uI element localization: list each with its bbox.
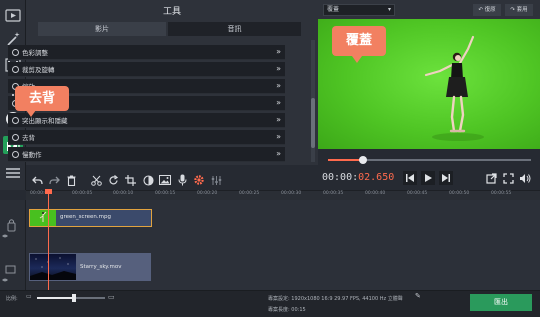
skip-back-icon[interactable]: [403, 171, 417, 185]
panel-title: 工具: [162, 7, 181, 17]
undo-button[interactable]: ↶ 復原: [473, 4, 501, 16]
clip-thumbnail: [30, 254, 76, 280]
zoom-out-icon[interactable]: ▭: [26, 293, 32, 300]
radio-icon: [12, 65, 19, 73]
redo-icon[interactable]: [47, 173, 61, 187]
preview-mode-dropdown[interactable]: 覆蓋 ▾: [323, 4, 395, 16]
timecode-current: 02.650: [358, 172, 395, 183]
tool-item-color-adjust[interactable]: 色彩調整 »: [8, 45, 285, 60]
radio-icon: [12, 116, 19, 124]
chevron-right-icon: »: [276, 64, 281, 73]
clip-thumbnail: [30, 210, 56, 226]
ruler-label: 00:00:55: [491, 191, 512, 196]
zoom-in-icon[interactable]: ▭: [108, 293, 115, 301]
volume-icon[interactable]: [518, 171, 532, 185]
ruler-label: 00:00:20: [197, 191, 218, 196]
tab-audio[interactable]: 音訊: [168, 22, 301, 36]
color-icon[interactable]: [141, 173, 155, 187]
crop-icon[interactable]: [123, 173, 137, 187]
image-icon[interactable]: [158, 173, 172, 187]
ruler-label: 00:00:30: [281, 191, 302, 196]
callout-overlay: 覆蓋: [332, 26, 386, 56]
ruler-label: 00:00:50: [449, 191, 470, 196]
tool-item-slow-motion[interactable]: 慢動作 »: [8, 147, 285, 162]
skip-forward-icon[interactable]: [439, 171, 453, 185]
clip-label: green_screen.mpg: [60, 214, 112, 220]
gear-icon[interactable]: [192, 173, 206, 187]
ruler-label: 00:00:15: [155, 191, 176, 196]
chevron-right-icon: »: [276, 149, 281, 158]
radio-icon: [12, 133, 19, 141]
seek-bar-progress: [328, 159, 363, 161]
seek-bar-thumb[interactable]: [359, 156, 367, 164]
export-button[interactable]: 匯出: [470, 294, 532, 311]
delete-icon[interactable]: [64, 173, 78, 187]
chevron-down-icon: ▾: [387, 6, 391, 13]
tab-video[interactable]: 影片: [38, 22, 166, 36]
tool-item-label: 去背: [22, 134, 35, 142]
callout-pointer: [26, 110, 36, 117]
tool-item-label: 色彩調整: [22, 49, 48, 57]
project-settings: 專案設定: 1920x1080 16:9 29.97 FPS, 44100 Hz…: [268, 296, 403, 302]
playhead-handle[interactable]: [45, 189, 52, 194]
tools-list-scrollbar-thumb[interactable]: [311, 98, 315, 148]
preview-mode-value: 覆蓋: [327, 6, 340, 13]
callout-pointer: [352, 56, 362, 63]
tool-item-highlight-hide[interactable]: 突出顯示和隱藏 »: [8, 113, 285, 128]
project-length: 專案長度: 00:15: [268, 307, 306, 313]
ruler-label: 00:00:40: [365, 191, 386, 196]
ruler-label: 00:00:10: [113, 191, 134, 196]
playhead[interactable]: [48, 190, 49, 290]
rotate-icon[interactable]: [106, 173, 120, 187]
tool-item-chroma-key[interactable]: 去背 »: [8, 130, 285, 145]
list-icon[interactable]: [3, 164, 23, 182]
ruler-label: 00:00:25: [239, 191, 260, 196]
cut-icon[interactable]: [89, 173, 103, 187]
zoom-label: 比例:: [6, 296, 18, 302]
edit-pencil-icon[interactable]: ✎: [415, 292, 421, 300]
tool-item-label: 慢動作: [22, 151, 42, 159]
fullscreen-icon[interactable]: [501, 171, 515, 185]
zoom-slider-thumb[interactable]: [72, 294, 76, 302]
undo-icon[interactable]: [30, 173, 44, 187]
chevron-right-icon: »: [276, 132, 281, 141]
play-icon[interactable]: [421, 171, 435, 185]
track-header: [0, 200, 26, 290]
zoom-slider-fill: [37, 297, 74, 299]
radio-icon: [12, 48, 19, 56]
callout-remove-background: 去背: [15, 86, 69, 111]
radio-icon: [12, 150, 19, 158]
chevron-right-icon: »: [276, 47, 281, 56]
ruler-label: 00:00:05: [72, 191, 93, 196]
chevron-right-icon: »: [276, 115, 281, 124]
equalizer-icon[interactable]: [209, 173, 223, 187]
timecode: 00:00:02.650: [322, 172, 394, 183]
tool-item-label: 裁剪及旋轉: [22, 66, 55, 74]
ruler-label: 00:00:45: [407, 191, 428, 196]
apply-button[interactable]: ↷ 套用: [505, 4, 533, 16]
timecode-prefix: 00:00:: [322, 172, 359, 183]
mic-icon[interactable]: [175, 173, 189, 187]
clip-label: Starry_sky.mov: [80, 264, 122, 270]
chevron-right-icon: »: [276, 98, 281, 107]
video-import-icon[interactable]: [3, 6, 23, 24]
ruler-label: 00:00:35: [323, 191, 344, 196]
chevron-right-icon: »: [276, 81, 281, 90]
export-frame-icon[interactable]: [484, 171, 498, 185]
tool-item-crop-rotate[interactable]: 裁剪及旋轉 »: [8, 62, 285, 77]
